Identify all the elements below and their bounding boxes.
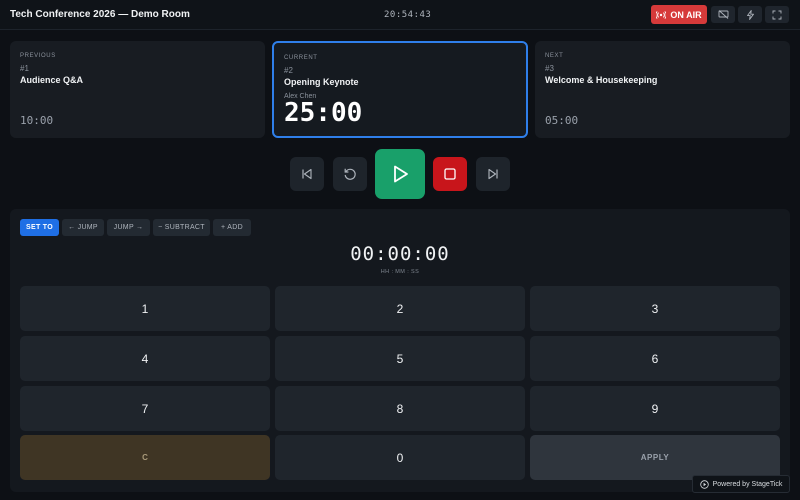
mode-subtract[interactable]: − SUBTRACT bbox=[153, 219, 210, 236]
skip-forward-icon bbox=[486, 167, 500, 181]
mode-add[interactable]: + ADD bbox=[213, 219, 251, 236]
clear-button[interactable]: C bbox=[20, 435, 270, 480]
fullscreen-icon bbox=[772, 10, 782, 20]
key-5[interactable]: 5 bbox=[275, 336, 525, 381]
event-title: Opening Keynote bbox=[284, 77, 359, 87]
stop-icon bbox=[443, 167, 457, 181]
event-countdown: 25:00 bbox=[284, 98, 363, 128]
key-8[interactable]: 8 bbox=[275, 386, 525, 431]
event-number: #3 bbox=[545, 64, 554, 73]
screen-off-button[interactable] bbox=[711, 6, 735, 23]
event-title: Tech Conference 2026 — Demo Room bbox=[10, 9, 190, 20]
screen-off-icon bbox=[718, 10, 729, 19]
play-circle-icon bbox=[699, 479, 709, 489]
event-title: Audience Q&A bbox=[20, 75, 84, 85]
play-button[interactable] bbox=[375, 149, 425, 199]
on-air-button[interactable]: ON AIR bbox=[651, 5, 707, 24]
key-3[interactable]: 3 bbox=[530, 286, 780, 331]
apply-button[interactable]: APPLY bbox=[530, 435, 780, 480]
previous-event-button[interactable] bbox=[290, 157, 324, 191]
lightning-icon bbox=[746, 9, 755, 20]
next-event-button[interactable] bbox=[476, 157, 510, 191]
card-label: CURRENT bbox=[284, 55, 318, 61]
mode-jump-forward[interactable]: JUMP → bbox=[107, 219, 150, 236]
event-duration: 10:00 bbox=[20, 114, 54, 127]
event-duration: 05:00 bbox=[545, 114, 579, 127]
fullscreen-button[interactable] bbox=[765, 6, 789, 23]
event-title: Welcome & Housekeeping bbox=[545, 75, 658, 85]
reset-button[interactable] bbox=[333, 157, 367, 191]
broadcast-icon bbox=[656, 10, 667, 19]
powered-by-badge[interactable]: Powered by StageTick bbox=[692, 475, 790, 493]
key-4[interactable]: 4 bbox=[20, 336, 270, 381]
card-label: NEXT bbox=[545, 53, 564, 59]
powered-by-label: Powered by StageTick bbox=[712, 480, 783, 488]
event-number: #1 bbox=[20, 64, 29, 73]
current-event-card[interactable]: CURRENT #2 Opening Keynote Alex Chen 25:… bbox=[272, 41, 528, 138]
next-event-card[interactable]: NEXT #3 Welcome & Housekeeping 05:00 bbox=[535, 41, 790, 138]
mode-jump-back[interactable]: ← JUMP bbox=[62, 219, 104, 236]
time-format-hint: HH : MM : SS bbox=[380, 269, 420, 275]
quick-actions-button[interactable] bbox=[738, 6, 762, 23]
skip-back-icon bbox=[300, 167, 314, 181]
key-9[interactable]: 9 bbox=[530, 386, 780, 431]
time-entry-display: 00:00:00 bbox=[350, 243, 450, 265]
play-icon bbox=[390, 164, 410, 184]
mode-set-to[interactable]: SET TO bbox=[20, 219, 59, 236]
reset-icon bbox=[343, 167, 357, 181]
card-label: PREVIOUS bbox=[20, 53, 56, 59]
key-1[interactable]: 1 bbox=[20, 286, 270, 331]
previous-event-card[interactable]: PREVIOUS #1 Audience Q&A 10:00 bbox=[10, 41, 265, 138]
on-air-label: ON AIR bbox=[670, 9, 702, 20]
event-number: #2 bbox=[284, 66, 293, 75]
top-bar: Tech Conference 2026 — Demo Room 20:54:4… bbox=[0, 0, 800, 30]
key-0[interactable]: 0 bbox=[275, 435, 525, 480]
key-6[interactable]: 6 bbox=[530, 336, 780, 381]
key-7[interactable]: 7 bbox=[20, 386, 270, 431]
key-2[interactable]: 2 bbox=[275, 286, 525, 331]
wall-clock: 20:54:43 bbox=[384, 10, 432, 20]
stop-button[interactable] bbox=[433, 157, 467, 191]
